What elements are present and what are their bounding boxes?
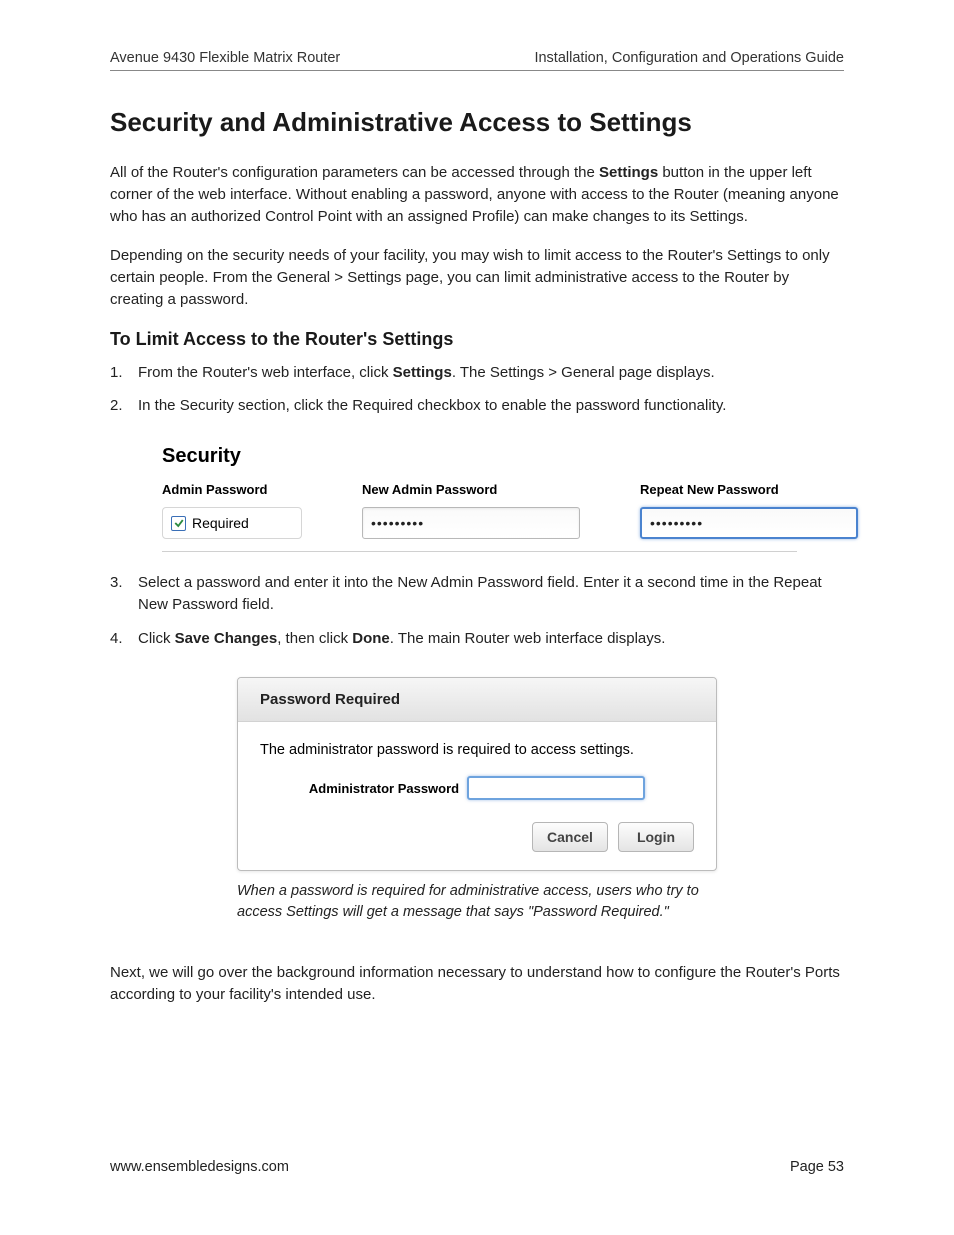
page-header: Avenue 9430 Flexible Matrix Router Insta… <box>110 50 844 71</box>
repeat-new-password-input[interactable]: ••••••••• <box>640 507 858 539</box>
step-3: Select a password and enter it into the … <box>110 572 844 616</box>
password-dots: ••••••••• <box>650 515 703 531</box>
step-1: From the Router's web interface, click S… <box>110 362 844 384</box>
section-subhead: To Limit Access to the Router's Settings <box>110 329 844 350</box>
password-required-dialog: Password Required The administrator pass… <box>237 677 717 871</box>
admin-password-label: Admin Password <box>162 482 302 497</box>
header-left: Avenue 9430 Flexible Matrix Router <box>110 50 340 66</box>
new-admin-password-input[interactable]: ••••••••• <box>362 507 580 539</box>
required-label: Required <box>192 515 249 531</box>
security-heading: Security <box>162 445 844 468</box>
checkbox-icon[interactable] <box>171 516 186 531</box>
settings-word: Settings <box>393 364 452 381</box>
dialog-caption: When a password is required for administ… <box>237 881 717 922</box>
required-checkbox-wrap[interactable]: Required <box>162 507 302 539</box>
text: , then click <box>277 630 352 647</box>
page-title: Security and Administrative Access to Se… <box>110 107 844 138</box>
settings-word: Settings <box>599 164 658 181</box>
save-changes-word: Save Changes <box>175 630 278 647</box>
intro-paragraph-2: Depending on the security needs of your … <box>110 245 844 310</box>
intro-paragraph-1: All of the Router's configuration parame… <box>110 162 844 227</box>
text: . The main Router web interface displays… <box>390 630 666 647</box>
page-footer: www.ensembledesigns.com Page 53 <box>110 1159 844 1175</box>
cancel-button[interactable]: Cancel <box>532 822 608 852</box>
text: Click <box>138 630 175 647</box>
text: From the Router's web interface, click <box>138 364 393 381</box>
done-word: Done <box>352 630 390 647</box>
header-right: Installation, Configuration and Operatio… <box>534 50 844 66</box>
footer-page: Page 53 <box>790 1159 844 1175</box>
step-2: In the Security section, click the Requi… <box>110 395 844 417</box>
footer-url: www.ensembledesigns.com <box>110 1159 289 1175</box>
dialog-title: Password Required <box>238 678 716 722</box>
dialog-message: The administrator password is required t… <box>260 742 694 758</box>
security-screenshot: Security Admin Password Required New Adm… <box>162 445 844 552</box>
administrator-password-input[interactable] <box>467 776 645 800</box>
repeat-new-password-label: Repeat New Password <box>640 482 858 497</box>
login-button[interactable]: Login <box>618 822 694 852</box>
password-dots: ••••••••• <box>371 515 424 531</box>
closing-paragraph: Next, we will go over the background inf… <box>110 962 844 1006</box>
new-admin-password-label: New Admin Password <box>362 482 580 497</box>
step-4: Click Save Changes, then click Done. The… <box>110 628 844 650</box>
text: . The Settings > General page displays. <box>452 364 715 381</box>
text: All of the Router's configuration parame… <box>110 164 599 181</box>
administrator-password-label: Administrator Password <box>309 781 459 796</box>
